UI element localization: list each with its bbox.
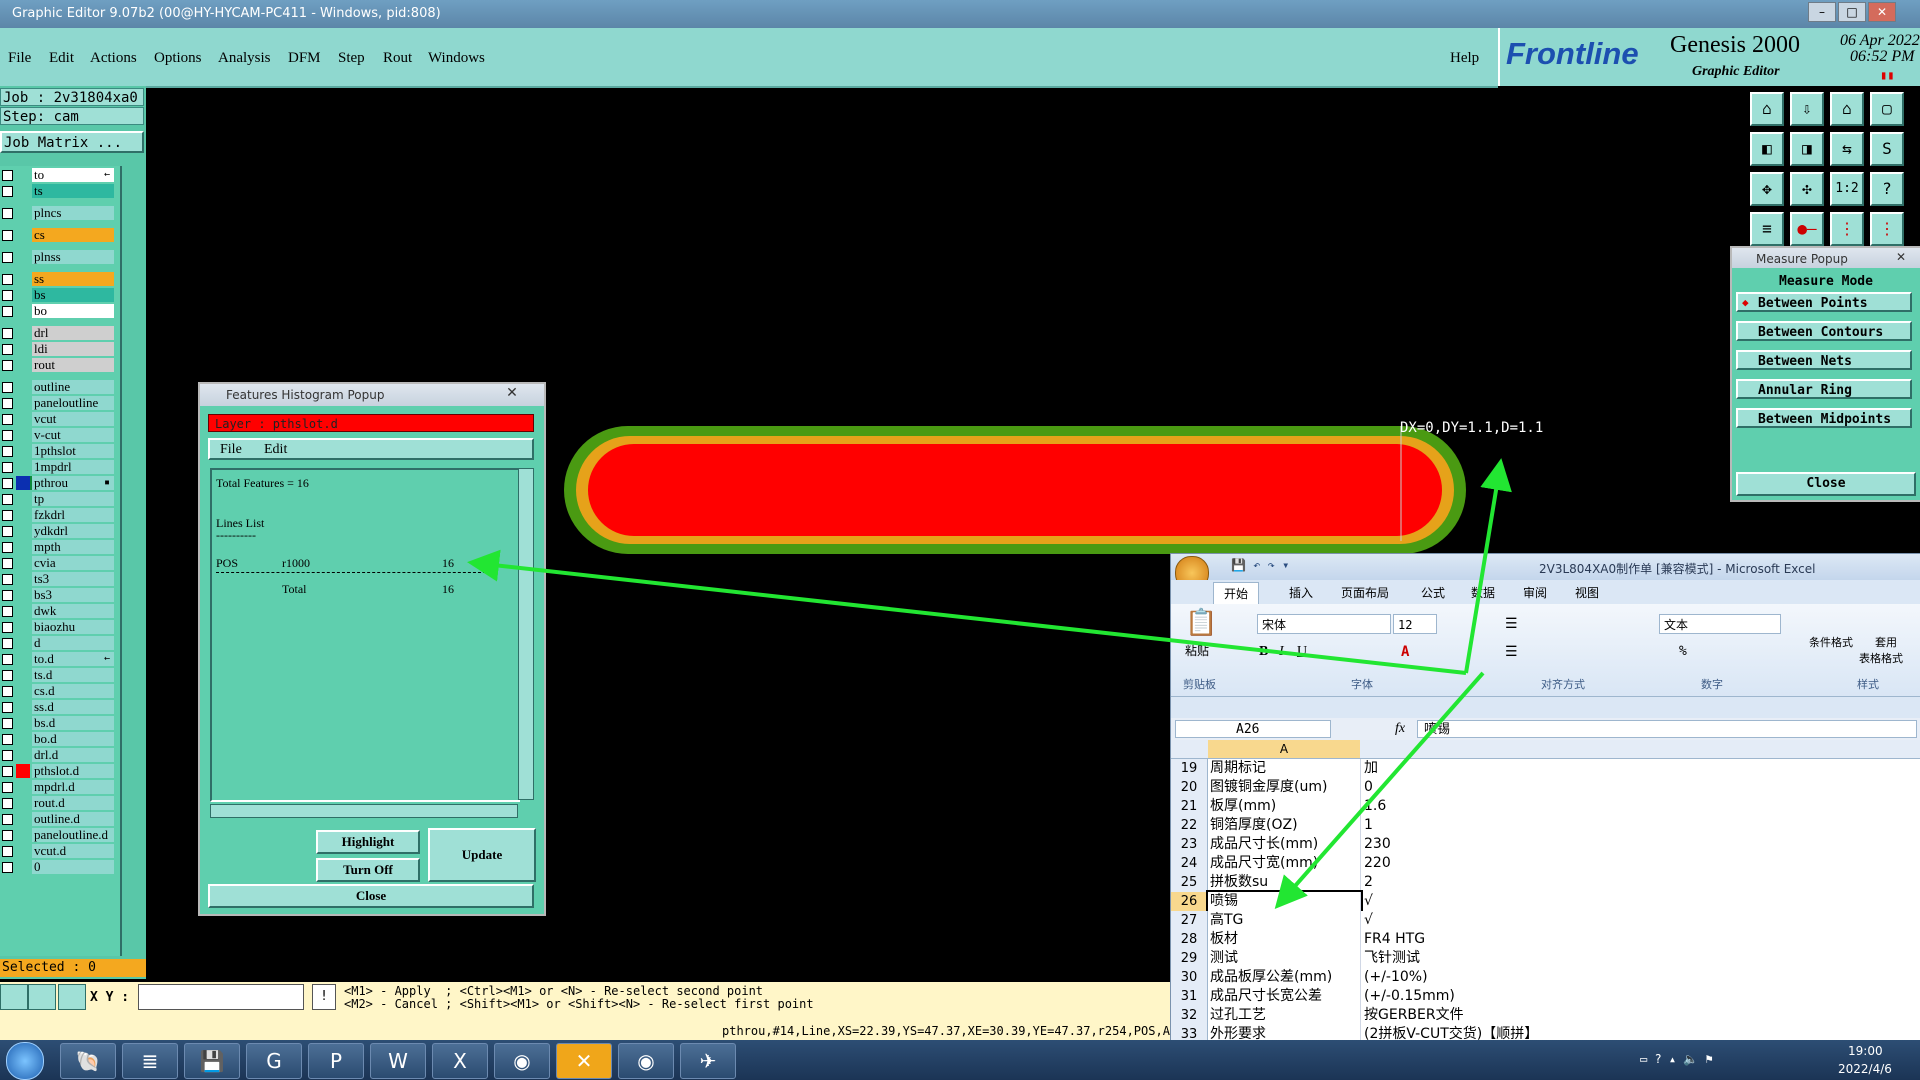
- taskbar-shell-icon[interactable]: 🐚: [60, 1043, 116, 1079]
- annotation-layer: [467, 458, 1512, 909]
- taskbar-notepad-icon[interactable]: ≣: [122, 1043, 178, 1079]
- annotation-arrow-to-slot: [1464, 458, 1512, 674]
- taskbar-chat-icon[interactable]: ✈: [680, 1043, 736, 1079]
- tray-icons[interactable]: ▭ ? ▴ 🔈 ⚑: [1640, 1052, 1713, 1066]
- annotation-arrow-to-cell: [1274, 671, 1485, 909]
- clock-date: 2022/4/6: [1838, 1062, 1892, 1076]
- annotation-arrow-to-histogram: [467, 549, 1467, 675]
- taskbar-genesis-icon[interactable]: G: [246, 1043, 302, 1079]
- start-button[interactable]: [6, 1042, 44, 1080]
- taskbar-eye-icon[interactable]: ◉: [494, 1043, 550, 1079]
- taskbar-excel-icon[interactable]: X: [432, 1043, 488, 1079]
- taskbar: 🐚 ≣ 💾 G P W X ◉ ✕ ◉ ✈ ▭ ? ▴ 🔈 ⚑ 19:00 20…: [0, 1040, 1920, 1080]
- taskbar-word-icon[interactable]: W: [370, 1043, 426, 1079]
- clock-time: 19:00: [1848, 1044, 1883, 1058]
- taskbar-fish-icon[interactable]: ◉: [618, 1043, 674, 1079]
- taskbar-x-icon[interactable]: ✕: [556, 1043, 612, 1079]
- taskbar-p-icon[interactable]: P: [308, 1043, 364, 1079]
- taskbar-save-icon[interactable]: 💾: [184, 1043, 240, 1079]
